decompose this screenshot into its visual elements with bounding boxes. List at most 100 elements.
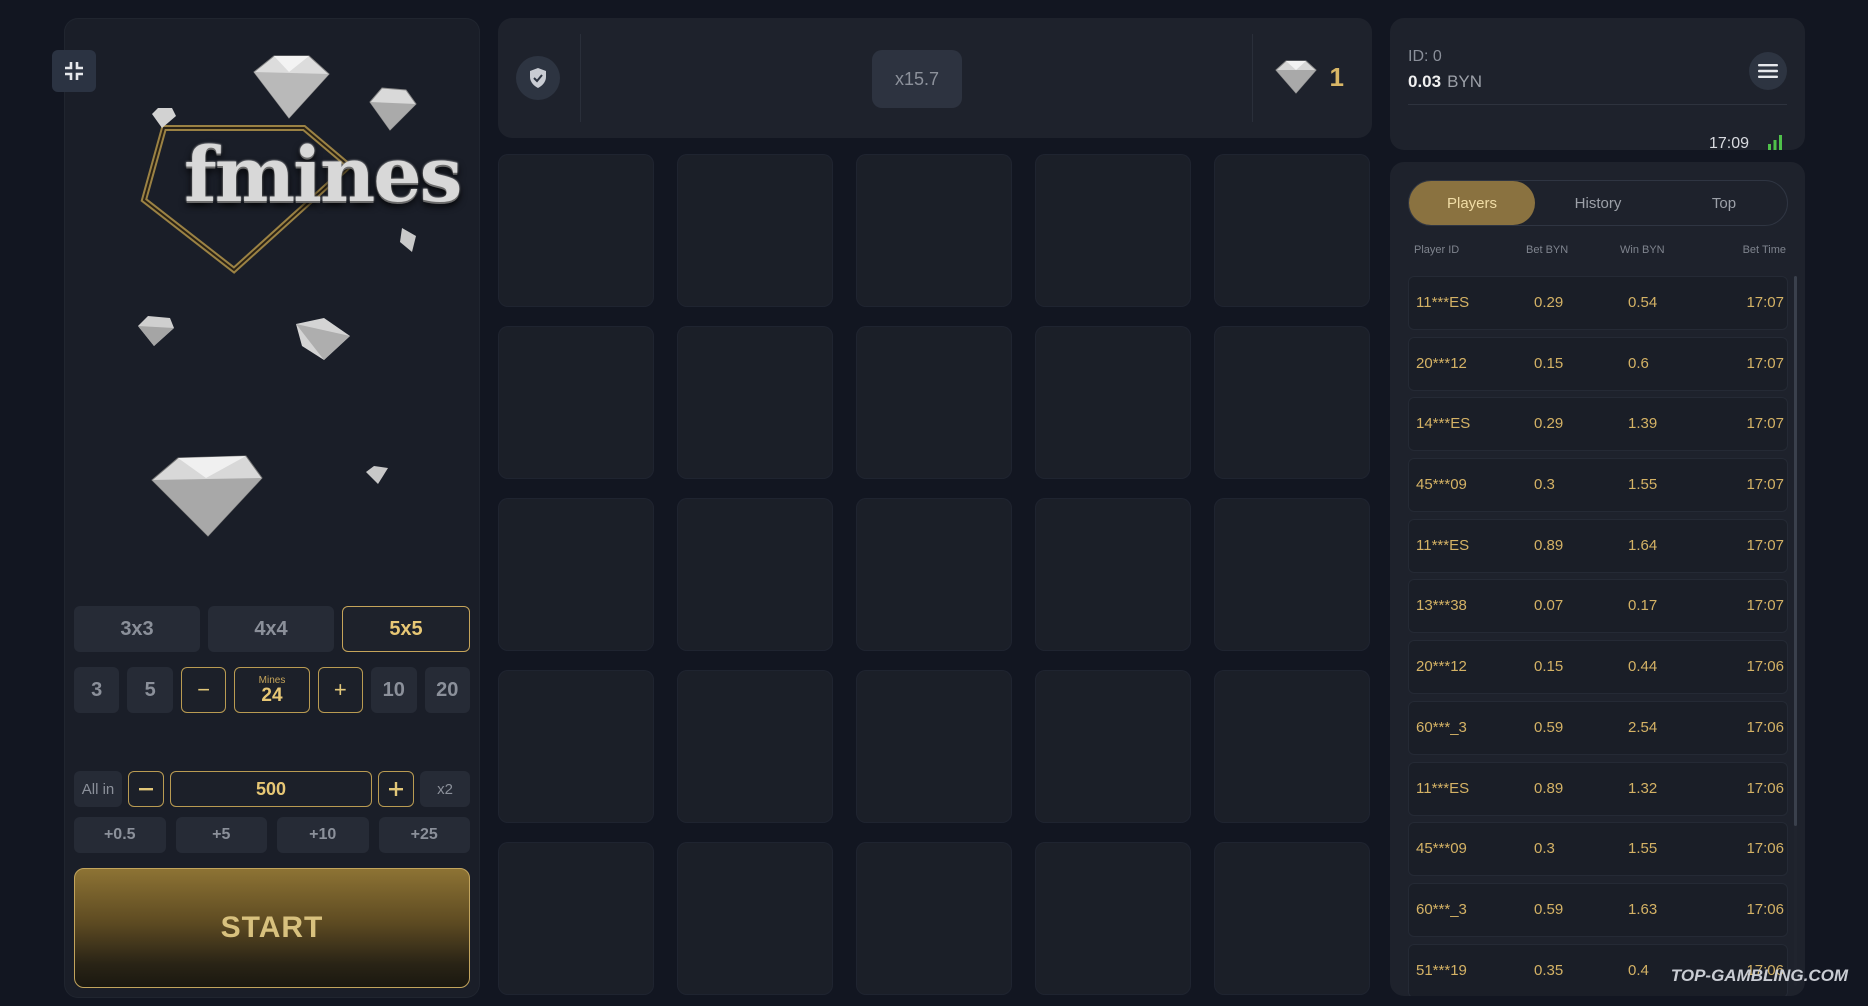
provably-fair-button[interactable] — [516, 56, 560, 100]
table-header: Player ID Bet BYN Win BYN Bet Time — [1408, 244, 1788, 260]
top-bar-divider-right — [1252, 34, 1253, 122]
cell-win: 2.54 — [1628, 718, 1658, 736]
decor-diamond-8 — [366, 466, 388, 484]
mines-preset-3-button[interactable]: 3 — [74, 667, 120, 713]
scrollbar-thumb[interactable] — [1794, 276, 1797, 826]
all-in-button[interactable]: All in — [74, 771, 122, 807]
cell-player: 60***_3 — [1416, 718, 1467, 736]
bet-increase-button[interactable] — [378, 771, 414, 807]
cell-player: 11***ES — [1416, 536, 1470, 554]
mines-count-field[interactable]: Mines 24 — [234, 667, 310, 713]
menu-button[interactable] — [1749, 52, 1787, 90]
grid-cell[interactable] — [1214, 842, 1370, 995]
players-table-body: 11***ES 0.29 0.54 17:07 20***12 0.15 0.6… — [1408, 276, 1788, 996]
grid-cell[interactable] — [498, 326, 654, 479]
bet-double-button[interactable]: x2 — [420, 771, 470, 807]
cell-bet: 0.07 — [1534, 597, 1564, 615]
grid-size-5x5-button[interactable]: 5x5 — [342, 606, 470, 652]
grid-cell[interactable] — [856, 326, 1012, 479]
cell-player: 20***12 — [1416, 658, 1467, 676]
grid-cell[interactable] — [1035, 842, 1191, 995]
cell-bet: 0.89 — [1534, 536, 1564, 554]
start-button[interactable]: START — [74, 868, 470, 988]
cell-player: 45***09 — [1416, 840, 1467, 858]
grid-cell[interactable] — [1035, 498, 1191, 651]
cell-time: 17:07 — [1746, 536, 1784, 554]
grid-cell[interactable] — [498, 670, 654, 823]
grid-cell[interactable] — [677, 326, 833, 479]
decor-diamond-6 — [296, 318, 350, 360]
mines-increase-button[interactable]: + — [317, 667, 364, 713]
cell-bet: 0.59 — [1534, 718, 1564, 736]
table-row: 45***09 0.3 1.55 17:07 — [1408, 458, 1788, 513]
grid-size-selector: 3x3 4x4 5x5 — [74, 606, 470, 652]
cell-player: 51***19 — [1416, 961, 1467, 979]
grid-cell[interactable] — [1035, 670, 1191, 823]
balance-amount: 0.03 — [1408, 72, 1442, 91]
mines-preset-5-button[interactable]: 5 — [127, 667, 173, 713]
table-row: 60***_3 0.59 1.63 17:06 — [1408, 882, 1788, 937]
cell-win: 1.55 — [1628, 840, 1658, 858]
grid-cell[interactable] — [498, 498, 654, 651]
grid-cell[interactable] — [1035, 326, 1191, 479]
signal-icon — [1768, 135, 1782, 150]
cell-time: 17:06 — [1746, 658, 1784, 676]
mines-preset-20-button[interactable]: 20 — [424, 667, 470, 713]
grid-cell[interactable] — [1214, 498, 1370, 651]
tab-players[interactable]: Players — [1409, 181, 1535, 225]
grid-size-3x3-button[interactable]: 3x3 — [74, 606, 200, 652]
cell-player: 45***09 — [1416, 476, 1467, 494]
cell-time: 17:06 — [1746, 840, 1784, 858]
grid-cell[interactable] — [498, 842, 654, 995]
tab-top[interactable]: Top — [1661, 181, 1787, 225]
players-panel: Players History Top Player ID Bet BYN Wi… — [1390, 162, 1805, 996]
game-logo-area: fmines — [64, 40, 480, 560]
grid-cell[interactable] — [1214, 670, 1370, 823]
table-row: 20***12 0.15 0.44 17:06 — [1408, 640, 1788, 695]
cell-player: 60***_3 — [1416, 900, 1467, 918]
account-id: ID: 0 — [1408, 48, 1442, 65]
mines-decrease-button[interactable]: − — [180, 667, 227, 713]
decor-diamond-7 — [151, 455, 263, 537]
add-0-5-button[interactable]: +0.5 — [74, 817, 166, 853]
top-bar-divider-left — [580, 34, 581, 122]
grid-cell[interactable] — [856, 498, 1012, 651]
cell-time: 17:07 — [1746, 476, 1784, 494]
grid-cell[interactable] — [677, 842, 833, 995]
plus-icon — [389, 782, 403, 796]
grid-cell[interactable] — [856, 842, 1012, 995]
mines-preset-10-button[interactable]: 10 — [371, 667, 417, 713]
cell-time: 17:07 — [1746, 294, 1784, 311]
grid-cell[interactable] — [677, 670, 833, 823]
cell-time: 17:07 — [1746, 354, 1784, 372]
cell-win: 0.44 — [1628, 658, 1658, 676]
cell-player: 11***ES — [1416, 294, 1470, 311]
add-5-button[interactable]: +5 — [175, 817, 267, 853]
game-top-bar: x15.7 1 — [498, 18, 1372, 138]
account-divider — [1408, 104, 1787, 105]
logo-text: fmines — [184, 130, 462, 219]
grid-size-4x4-button[interactable]: 4x4 — [208, 606, 334, 652]
watermark: TOP-GAMBLING.COM — [1670, 966, 1848, 985]
grid-cell[interactable] — [856, 670, 1012, 823]
table-row: 20***12 0.15 0.6 17:07 — [1408, 336, 1788, 391]
quick-add-row: +0.5 +5 +10 +25 — [74, 817, 470, 853]
tab-history[interactable]: History — [1535, 181, 1661, 225]
grid-cell[interactable] — [498, 154, 654, 307]
cell-player: 20***12 — [1416, 354, 1467, 372]
cell-win: 0.54 — [1628, 294, 1658, 311]
bet-decrease-button[interactable] — [128, 771, 164, 807]
grid-cell[interactable] — [1214, 154, 1370, 307]
add-10-button[interactable]: +10 — [277, 817, 369, 853]
add-25-button[interactable]: +25 — [378, 817, 470, 853]
cell-time: 17:07 — [1746, 415, 1784, 433]
bet-amount-input[interactable]: 500 — [170, 771, 372, 807]
grid-cell[interactable] — [677, 154, 833, 307]
grid-cell[interactable] — [1035, 154, 1191, 307]
table-row: 45***09 0.3 1.55 17:06 — [1408, 822, 1788, 877]
balance-currency: BYN — [1447, 72, 1483, 91]
grid-cell[interactable] — [677, 498, 833, 651]
grid-cell[interactable] — [1214, 326, 1370, 479]
cell-time: 17:06 — [1746, 718, 1784, 736]
grid-cell[interactable] — [856, 154, 1012, 307]
